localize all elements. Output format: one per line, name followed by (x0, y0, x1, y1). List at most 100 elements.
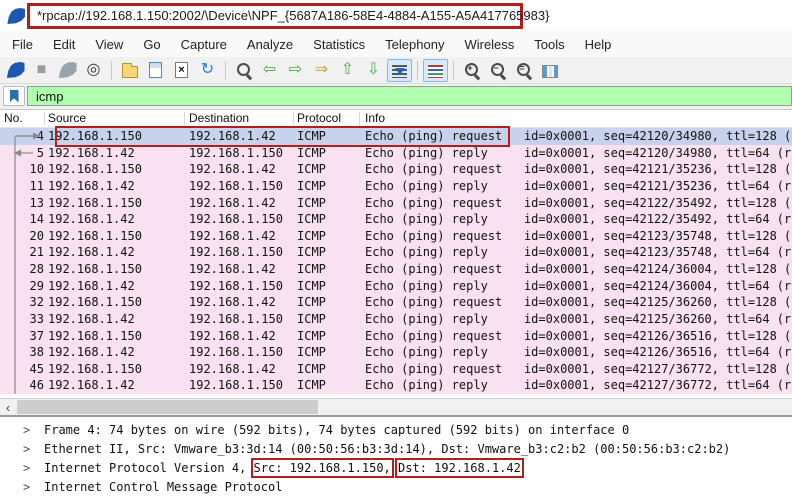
packet-row[interactable]: 45192.168.1.150192.168.1.42ICMPEcho (pin… (0, 361, 792, 378)
cell-source: 192.168.1.150 (48, 294, 142, 311)
packet-row[interactable]: 32192.168.1.150192.168.1.42ICMPEcho (pin… (0, 294, 792, 311)
packet-row[interactable]: 38192.168.1.42192.168.1.150ICMPEcho (pin… (0, 344, 792, 361)
packet-row[interactable]: 14192.168.1.42192.168.1.150ICMPEcho (pin… (0, 211, 792, 228)
go-first-icon[interactable]: ⇧ (335, 59, 360, 82)
filter-bookmark-button[interactable] (3, 86, 25, 106)
detail-line[interactable]: > Internet Control Message Protocol (0, 478, 792, 497)
menu-item-go[interactable]: Go (133, 31, 170, 57)
cell-source: 192.168.1.42 (48, 244, 135, 261)
menu-item-view[interactable]: View (85, 31, 133, 57)
zoom-out-icon[interactable]: − (485, 59, 510, 82)
detail-line[interactable]: >Internet Protocol Version 4, Src: 192.1… (0, 459, 792, 478)
cell-destination: 192.168.1.42 (189, 361, 276, 378)
detail-line[interactable]: >Frame 4: 74 bytes on wire (592 bits), 7… (0, 421, 792, 440)
cell-protocol: ICMP (297, 361, 326, 378)
scroll-left-arrow-icon[interactable]: ‹ (0, 399, 16, 415)
menu-item-capture[interactable]: Capture (171, 31, 237, 57)
capture-options-icon[interactable]: ◎ (81, 59, 106, 82)
menu-item-telephony[interactable]: Telephony (375, 31, 454, 57)
packet-rows: 4192.168.1.150192.168.1.42ICMPEcho (ping… (0, 128, 792, 394)
detail-text: Internet Control Message Protocol (44, 480, 282, 494)
menu-item-wireless[interactable]: Wireless (454, 31, 524, 57)
find-packet-icon[interactable] (231, 59, 256, 82)
cell-source: 192.168.1.42 (48, 344, 135, 361)
cell-info: Echo (ping) reply id=0x0001, seq=42120/3… (365, 145, 792, 162)
go-last-icon[interactable]: ⇩ (361, 59, 386, 82)
menu-item-tools[interactable]: Tools (524, 31, 574, 57)
cell-protocol: ICMP (297, 161, 326, 178)
packet-row[interactable]: 29192.168.1.42192.168.1.150ICMPEcho (pin… (0, 278, 792, 295)
wireshark-window: *rpcap://192.168.1.150:2002/\Device\NPF_… (0, 0, 792, 502)
expander-icon[interactable]: > (23, 421, 30, 440)
cell-info: Echo (ping) request id=0x0001, seq=42125… (365, 294, 792, 311)
cell-destination: 192.168.1.150 (189, 278, 283, 295)
open-file-icon[interactable] (117, 59, 142, 82)
packet-row[interactable]: 46192.168.1.42192.168.1.150ICMPEcho (pin… (0, 377, 792, 394)
menu-item-edit[interactable]: Edit (43, 31, 85, 57)
cell-source: 192.168.1.150 (48, 328, 142, 345)
column-separator[interactable] (184, 112, 185, 126)
save-file-icon[interactable] (143, 59, 168, 82)
close-file-icon[interactable]: × (169, 59, 194, 82)
menu-item-file[interactable]: File (2, 31, 43, 57)
restart-capture-icon[interactable] (55, 59, 80, 82)
cell-destination: 192.168.1.150 (189, 344, 283, 361)
cell-destination: 192.168.1.150 (189, 211, 283, 228)
zoom-in-icon[interactable]: + (459, 59, 484, 82)
title-bar: *rpcap://192.168.1.150:2002/\Device\NPF_… (0, 0, 792, 31)
cell-protocol: ICMP (297, 294, 326, 311)
cell-protocol: ICMP (297, 145, 326, 162)
start-capture-icon[interactable] (3, 59, 28, 82)
cell-protocol: ICMP (297, 211, 326, 228)
packet-row[interactable]: 5192.168.1.42192.168.1.150ICMPEcho (ping… (0, 145, 792, 162)
auto-scroll-icon[interactable] (387, 59, 412, 82)
window-title: *rpcap://192.168.1.150:2002/\Device\NPF_… (37, 0, 549, 31)
menu-item-analyze[interactable]: Analyze (237, 31, 303, 57)
reload-icon[interactable]: ↻ (195, 59, 220, 82)
cell-source: 192.168.1.42 (48, 377, 135, 394)
packet-row[interactable]: 21192.168.1.42192.168.1.150ICMPEcho (pin… (0, 244, 792, 261)
resize-columns-icon[interactable] (537, 59, 562, 82)
packet-row[interactable]: 11192.168.1.42192.168.1.150ICMPEcho (pin… (0, 178, 792, 195)
cell-source: 192.168.1.42 (48, 311, 135, 328)
go-to-packet-icon[interactable]: ⇒ (309, 59, 334, 82)
display-filter-input[interactable]: icmp (27, 86, 792, 106)
expander-icon[interactable]: > (23, 478, 30, 497)
filter-bar: icmp (0, 84, 792, 110)
scrollbar-thumb[interactable] (17, 400, 318, 414)
colorize-icon[interactable] (423, 59, 448, 82)
annotated-detail-text: Dst: 192.168.1.42 (398, 461, 521, 475)
column-header-no[interactable]: No. (4, 110, 23, 128)
packet-row[interactable]: 37192.168.1.150192.168.1.42ICMPEcho (pin… (0, 328, 792, 345)
packet-row[interactable]: 28192.168.1.150192.168.1.42ICMPEcho (pin… (0, 261, 792, 278)
column-separator[interactable] (293, 112, 294, 126)
cell-protocol: ICMP (297, 278, 326, 295)
cell-protocol: ICMP (297, 178, 326, 195)
packet-row[interactable]: 33192.168.1.42192.168.1.150ICMPEcho (pin… (0, 311, 792, 328)
cell-info: Echo (ping) request id=0x0001, seq=42121… (365, 161, 792, 178)
menu-item-statistics[interactable]: Statistics (303, 31, 375, 57)
cell-source: 192.168.1.150 (48, 195, 142, 212)
detail-text: Internet Protocol Version 4, (44, 461, 254, 475)
cell-destination: 192.168.1.42 (189, 161, 276, 178)
expander-icon[interactable]: > (23, 440, 30, 459)
column-separator[interactable] (359, 112, 360, 126)
cell-info: Echo (ping) reply id=0x0001, seq=42124/3… (365, 278, 792, 295)
menu-item-help[interactable]: Help (575, 31, 622, 57)
go-forward-icon[interactable]: ⇨ (283, 59, 308, 82)
detail-text (391, 461, 398, 475)
cell-protocol: ICMP (297, 344, 326, 361)
horizontal-scrollbar[interactable]: ‹ (0, 398, 792, 415)
packet-list: No.SourceDestinationProtocolInfo 4192.16… (0, 110, 792, 398)
stop-capture-icon[interactable]: ■ (29, 59, 54, 82)
expander-icon[interactable]: > (23, 459, 30, 478)
go-back-icon[interactable]: ⇦ (257, 59, 282, 82)
packet-row[interactable]: 10192.168.1.150192.168.1.42ICMPEcho (pin… (0, 161, 792, 178)
packet-row[interactable]: 20192.168.1.150192.168.1.42ICMPEcho (pin… (0, 228, 792, 245)
column-separator[interactable] (44, 112, 45, 126)
cell-source: 192.168.1.150 (48, 261, 142, 278)
detail-line[interactable]: >Ethernet II, Src: Vmware_b3:3d:14 (00:5… (0, 440, 792, 459)
zoom-original-icon[interactable]: = (511, 59, 536, 82)
packet-row[interactable]: 13192.168.1.150192.168.1.42ICMPEcho (pin… (0, 195, 792, 212)
cell-destination: 192.168.1.150 (189, 377, 283, 394)
